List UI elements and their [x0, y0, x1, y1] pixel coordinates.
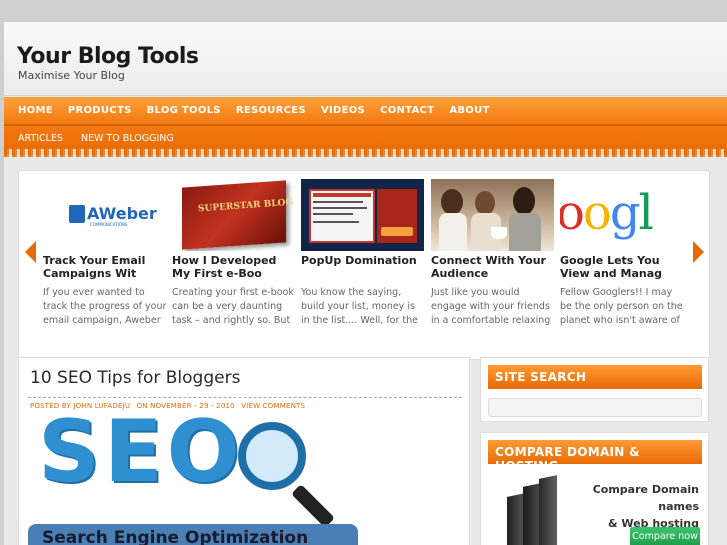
nav-item-resources[interactable]: RESOURCES — [236, 105, 306, 116]
nav-divider — [4, 124, 727, 126]
blog-post: 10 SEO Tips for Bloggers POSTED BY JOHN … — [18, 357, 470, 545]
featured-slider: AWeber COMMUNICATIONS Track Your Email C… — [18, 170, 710, 360]
slide-item[interactable]: SUPERSTAR BLOG How I Developed My First … — [172, 179, 296, 328]
slide-title[interactable]: How I Developed My First e-Boo — [172, 254, 296, 281]
friends-photo-thumbnail[interactable] — [431, 179, 554, 251]
compare-domain-title: COMPARE DOMAIN & HOSTING — [488, 440, 702, 473]
secondary-nav: ARTICLES NEW TO BLOGGING — [4, 128, 192, 148]
google-logo-thumbnail[interactable]: oogl — [560, 179, 680, 251]
ebook-cover-thumbnail[interactable]: SUPERSTAR BLOG — [172, 179, 295, 251]
slide-excerpt: Fellow Googlers!! I may be the only pers… — [560, 287, 683, 326]
slide-excerpt: Creating your first e-book can be a very… — [172, 287, 294, 326]
slider-prev-arrow-icon[interactable] — [25, 241, 36, 263]
aweber-mark-icon — [69, 205, 85, 223]
post-date: ON NOVEMBER - 29 - 2010 — [136, 402, 235, 410]
post-divider — [28, 397, 462, 398]
aweber-logo-thumbnail[interactable]: AWeber COMMUNICATIONS — [43, 179, 166, 251]
main-navigation: HOME PRODUCTS BLOG TOOLS RESOURCES VIDEO… — [4, 97, 727, 157]
server-rack-icon — [507, 475, 557, 545]
google-logo-text: oogl — [560, 185, 654, 241]
magnifier-icon — [238, 422, 306, 490]
nav-item-articles[interactable]: ARTICLES — [18, 133, 63, 144]
seo-image-text: SEO — [38, 416, 244, 502]
post-author[interactable]: POSTED BY JOHN LUFADEJU — [30, 402, 130, 410]
site-tagline: Maximise Your Blog — [18, 69, 125, 82]
nav-item-products[interactable]: PRODUCTS — [68, 105, 132, 116]
nav-item-videos[interactable]: VIDEOS — [321, 105, 365, 116]
post-comments-link[interactable]: VIEW COMMENTS — [241, 402, 305, 410]
slide-title[interactable]: Connect With Your Audience — [431, 254, 555, 281]
nav-decorative-fringe — [4, 149, 727, 157]
nav-item-new-to-blogging[interactable]: NEW TO BLOGGING — [81, 133, 174, 144]
aweber-logo-subtext: COMMUNICATIONS — [90, 222, 128, 227]
slide-excerpt: If you ever wanted to track the progress… — [43, 287, 167, 326]
site-search-title: SITE SEARCH — [488, 365, 702, 389]
slide-title[interactable]: Google Lets You View and Manag — [560, 254, 684, 281]
nav-item-about[interactable]: ABOUT — [449, 105, 489, 116]
primary-nav: HOME PRODUCTS BLOG TOOLS RESOURCES VIDEO… — [4, 97, 505, 124]
slide-item[interactable]: oogl Google Lets You View and Manag Fell… — [560, 179, 684, 328]
slide-item[interactable]: Connect With Your Audience Just like you… — [431, 179, 555, 328]
seo-featured-image[interactable]: SEO Search Engine Optimization — [28, 416, 358, 545]
aweber-logo-text: AWeber — [87, 204, 157, 223]
post-meta: POSTED BY JOHN LUFADEJU ON NOVEMBER - 29… — [30, 402, 309, 410]
slide-excerpt: Just like you would engage with your fri… — [431, 287, 551, 326]
nav-item-contact[interactable]: CONTACT — [380, 105, 434, 116]
site-search-widget: SITE SEARCH — [480, 357, 709, 422]
compare-text-line-1: Compare Domain names — [592, 483, 699, 513]
slide-excerpt: You know the saying, build your list, mo… — [301, 287, 419, 326]
slide-item[interactable]: AWeber COMMUNICATIONS Track Your Email C… — [43, 179, 167, 328]
compare-domain-widget: COMPARE DOMAIN & HOSTING Compare Domain … — [480, 432, 709, 545]
slide-title[interactable]: Track Your Email Campaigns Wit — [43, 254, 167, 281]
site-header: Your Blog Tools Maximise Your Blog — [4, 22, 727, 96]
nav-item-home[interactable]: HOME — [18, 105, 53, 116]
slide-title[interactable]: PopUp Domination — [301, 254, 425, 281]
seo-image-caption: Search Engine Optimization — [42, 528, 309, 545]
compare-now-button[interactable]: Compare now — [630, 527, 700, 545]
nav-item-blog-tools[interactable]: BLOG TOOLS — [147, 105, 221, 116]
search-input[interactable] — [488, 398, 702, 417]
site-title[interactable]: Your Blog Tools — [17, 44, 199, 69]
slide-item[interactable]: PopUp Domination You know the saying, bu… — [301, 179, 425, 328]
slider-next-arrow-icon[interactable] — [693, 241, 704, 263]
page: Your Blog Tools Maximise Your Blog HOME … — [4, 22, 727, 545]
popup-domination-thumbnail[interactable] — [301, 179, 424, 251]
post-title[interactable]: 10 SEO Tips for Bloggers — [30, 368, 240, 388]
